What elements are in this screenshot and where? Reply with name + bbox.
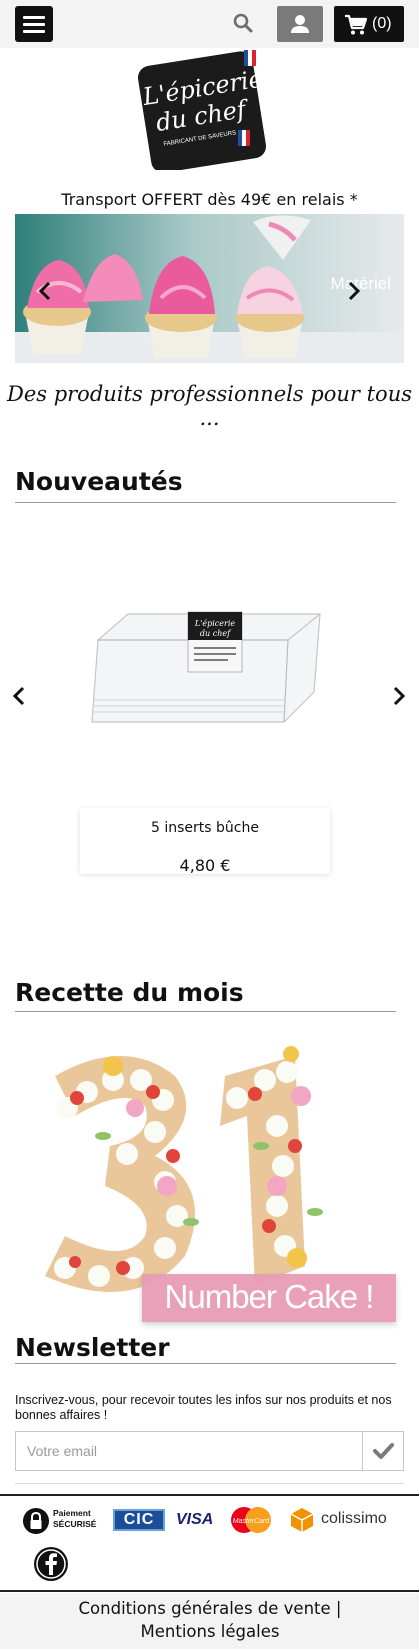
new-products-title: Nouveautés: [15, 467, 183, 496]
menu-button[interactable]: [15, 6, 53, 42]
product-name[interactable]: 5 inserts bûche: [80, 820, 330, 836]
cic-label: CIC: [123, 1511, 155, 1528]
recipe-banner[interactable]: Number Cake !: [142, 1274, 396, 1322]
check-icon: [373, 1443, 394, 1459]
recipe-title: Recette du mois: [15, 978, 244, 1007]
product-card[interactable]: 5 inserts bûche 4,80 €: [80, 808, 330, 875]
section-divider: [15, 1011, 396, 1012]
hamburger-icon-bar: [23, 30, 45, 33]
package-icon: [290, 1508, 314, 1532]
cart-icon: [345, 14, 368, 35]
chevron-right-icon[interactable]: [344, 280, 364, 302]
legal-links[interactable]: Conditions générales de vente | Mentions…: [40, 1597, 380, 1643]
product-price: 4,80 €: [179, 856, 231, 875]
hamburger-icon: [23, 16, 45, 19]
lock-icon: [23, 1508, 49, 1534]
svg-text:du chef: du chef: [200, 629, 232, 638]
section-divider: [15, 1363, 396, 1364]
email-field[interactable]: [15, 1431, 363, 1471]
footer-divider: [0, 1590, 419, 1592]
cic-logo: CIC: [113, 1509, 165, 1531]
hero-slider[interactable]: Matériel: [15, 214, 404, 363]
section-divider: [15, 502, 396, 503]
product-image[interactable]: L'épicerie du chef: [88, 600, 328, 730]
colissimo-label: colissimo: [321, 1510, 387, 1527]
newsletter-submit-button[interactable]: [362, 1431, 404, 1471]
recipe-banner-text: Number Cake !: [164, 1278, 375, 1315]
svg-text:L'épicerie: L'épicerie: [194, 619, 236, 628]
legal-bar: Conditions générales de vente | Mentions…: [0, 1593, 419, 1649]
search-button[interactable]: [232, 12, 254, 34]
mastercard-logo: MasterCard: [230, 1506, 272, 1534]
cart-button[interactable]: (0): [334, 6, 404, 42]
user-icon: [291, 15, 309, 33]
tagline: Des produits professionnels pour tous ..…: [6, 382, 412, 430]
site-logo[interactable]: L'épicerie du chef FABRICANT DE SAVEURS: [137, 50, 268, 173]
chevron-right-icon[interactable]: [391, 685, 407, 707]
secure-payment-badge: Paiement SÉCURISÉ: [22, 1507, 104, 1535]
chevron-left-icon[interactable]: [11, 685, 27, 707]
mastercard-label: MasterCard: [233, 1518, 271, 1525]
colissimo-logo: colissimo: [290, 1506, 400, 1534]
secure-line1: Paiement: [53, 1508, 91, 1518]
account-button[interactable]: [277, 6, 323, 42]
footer-divider: [0, 1494, 419, 1496]
search-icon: [233, 13, 253, 33]
newsletter-description: Inscrivez-vous, pour recevoir toutes les…: [15, 1393, 392, 1422]
chevron-left-icon[interactable]: [35, 280, 55, 302]
newsletter-title: Newsletter: [15, 1333, 170, 1362]
facebook-link[interactable]: [33, 1546, 69, 1582]
visa-logo: VISA: [176, 1511, 214, 1528]
facebook-icon: [34, 1547, 68, 1581]
hamburger-icon-bar: [23, 23, 45, 26]
divider: [15, 1483, 404, 1484]
cart-count: (0): [372, 15, 392, 32]
secure-line2: SÉCURISÉ: [53, 1519, 97, 1529]
shipping-banner[interactable]: Transport OFFERT dès 49€ en relais *: [0, 190, 419, 209]
